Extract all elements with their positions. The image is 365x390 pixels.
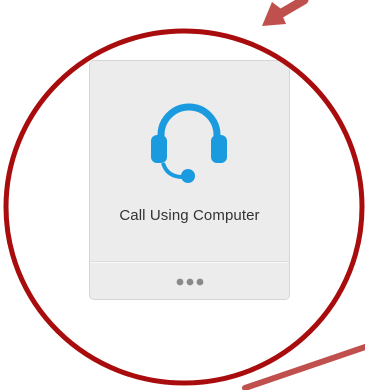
more-options-icon[interactable]: [166, 269, 214, 295]
headset-icon: [151, 103, 227, 183]
tile-divider: [90, 261, 289, 263]
tile-label: Call Using Computer: [119, 207, 260, 224]
screenshot-stage: Call Using Computer: [0, 0, 365, 390]
arrow-line-bottom: [242, 343, 365, 390]
call-using-computer-tile[interactable]: Call Using Computer: [89, 60, 290, 300]
arrow-icon-top: [262, 0, 309, 26]
